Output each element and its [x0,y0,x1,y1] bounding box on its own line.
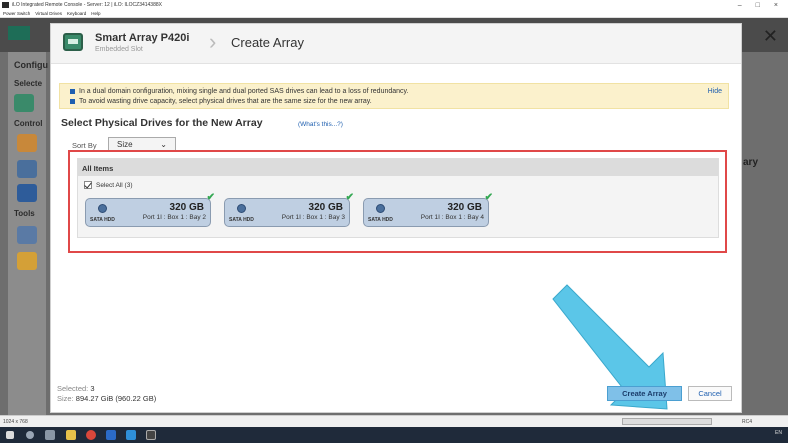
bg-volume-icon [17,184,37,202]
bg-tool-icon [17,226,37,244]
maximize-button[interactable]: □ [756,2,760,9]
items-header: All Items [78,159,718,176]
bg-label-controller: Control [14,119,43,128]
taskbar-clock: EN [775,430,782,436]
sort-by-value: Size [117,139,133,149]
checkmark-icon: ✔ [206,192,215,203]
menu-virtual-drives[interactable]: Virtual Drives [35,11,62,16]
bg-controller-icon [14,94,34,112]
bg-label-tools: Tools [14,209,35,218]
controller-name: Smart Array P420i [95,32,190,44]
bg-array-icon [17,160,37,178]
chevron-right-icon: › [209,29,217,54]
section-title: Select Physical Drives for the New Array [61,117,263,129]
bg-lock-icon [17,252,37,270]
select-all-label: Select All (3) [96,181,133,189]
create-array-dialog: Smart Array P420i Embedded Slot › Create… [50,23,742,413]
edge-icon[interactable] [126,430,136,440]
drive-location: Port 1I : Box 1 : Bay 4 [420,214,484,221]
selected-size: Size: 894.27 GiB (960.22 GB) [57,394,156,403]
window-titlebar: iLO Integrated Remote Console - Server: … [0,0,788,10]
menu-bar: Power Switch Virtual Drives Keyboard Hel… [0,10,788,18]
size-label: Size: [57,394,74,403]
taskbar: EN [0,427,788,443]
drive-capacity: 320 GB [447,202,482,213]
hard-disk-icon [237,204,246,213]
info-icon [70,99,75,104]
checkmark-icon: ✔ [345,192,354,203]
warning-line-2: To avoid wasting drive capacity, select … [70,98,372,105]
controller-icon [63,33,83,51]
drive-card[interactable]: SATA HDD 320 GB Port 1I : Box 1 : Bay 4 … [363,192,493,227]
cancel-button[interactable]: Cancel [688,386,732,401]
file-explorer-icon[interactable] [66,430,76,440]
sort-by-select[interactable]: Size ⌄ [108,137,176,151]
selected-label: Selected: [57,384,89,393]
dialog-title: Create Array [231,35,304,50]
remote-console: Configu Selecte Control Tools ✕ ary Smar… [0,18,788,415]
warning-text-1: In a dual domain configuration, mixing s… [79,88,409,95]
size-value: 894.27 GiB (960.22 GB) [75,394,157,403]
minimize-button[interactable]: – [738,2,742,9]
status-bar: 1024 x 768 RC4 [0,415,788,427]
chevron-down-icon: ⌄ [160,139,167,149]
create-array-button[interactable]: Create Array [607,386,682,401]
task-view-icon[interactable] [45,430,55,440]
hard-disk-icon [98,204,107,213]
bg-label-selected: Selecte [14,79,43,88]
search-icon[interactable] [26,431,34,439]
selected-count: Selected: 3 [57,384,95,393]
warning-line-1: In a dual domain configuration, mixing s… [70,88,408,95]
resolution-readout: 1024 x 768 [3,419,28,425]
bg-drive-icon [17,134,37,152]
chrome-icon[interactable] [86,430,96,440]
protocol-readout: RC4 [742,419,753,425]
drive-selection-panel: All Items Select All (3) SATA HDD 320 GB… [77,158,719,238]
select-all-checkbox[interactable]: Select All (3) [84,181,133,189]
warning-text-2: To avoid wasting drive capacity, select … [79,98,372,105]
selected-value: 3 [90,384,95,393]
close-window-button[interactable]: × [774,2,778,9]
checkmark-icon: ✔ [484,192,493,203]
info-icon [70,89,75,94]
bg-right-label: ary [742,157,758,168]
sort-by-label: Sort By [72,141,97,150]
word-icon[interactable] [106,430,116,440]
warning-banner: In a dual domain configuration, mixing s… [59,83,729,109]
checkbox-icon[interactable] [84,181,92,189]
drive-type: SATA HDD [368,217,393,223]
dialog-footer: Selected: 3 Size: 894.27 GiB (960.22 GB)… [51,384,741,412]
dialog-header: Smart Array P420i Embedded Slot › Create… [51,24,741,64]
bg-close-icon[interactable]: ✕ [763,26,778,47]
ilo-console-icon[interactable] [146,430,156,440]
hide-link[interactable]: Hide [708,88,722,95]
window-title: iLO Integrated Remote Console - Server: … [12,2,162,8]
whats-this-link[interactable]: (What's this...?) [298,121,343,128]
drive-capacity: 320 GB [308,202,343,213]
drive-type: SATA HDD [90,217,115,223]
menu-keyboard[interactable]: Keyboard [67,11,86,16]
drive-capacity: 320 GB [169,202,204,213]
hard-disk-icon [376,204,385,213]
menu-power-switch[interactable]: Power Switch [3,11,30,16]
drive-card[interactable]: SATA HDD 320 GB Port 1I : Box 1 : Bay 3 … [224,192,354,227]
drive-location: Port 1I : Box 1 : Bay 3 [281,214,345,221]
status-indicator-strip [622,418,712,425]
drive-location: Port 1I : Box 1 : Bay 2 [142,214,206,221]
app-icon [2,2,9,8]
menu-help[interactable]: Help [91,11,100,16]
drive-type: SATA HDD [229,217,254,223]
bg-label-config: Configu [14,60,48,70]
controller-slot: Embedded Slot [95,46,143,53]
windows-start-icon[interactable] [6,431,14,439]
hpe-logo [8,26,30,40]
drive-card[interactable]: SATA HDD 320 GB Port 1I : Box 1 : Bay 2 … [85,192,215,227]
